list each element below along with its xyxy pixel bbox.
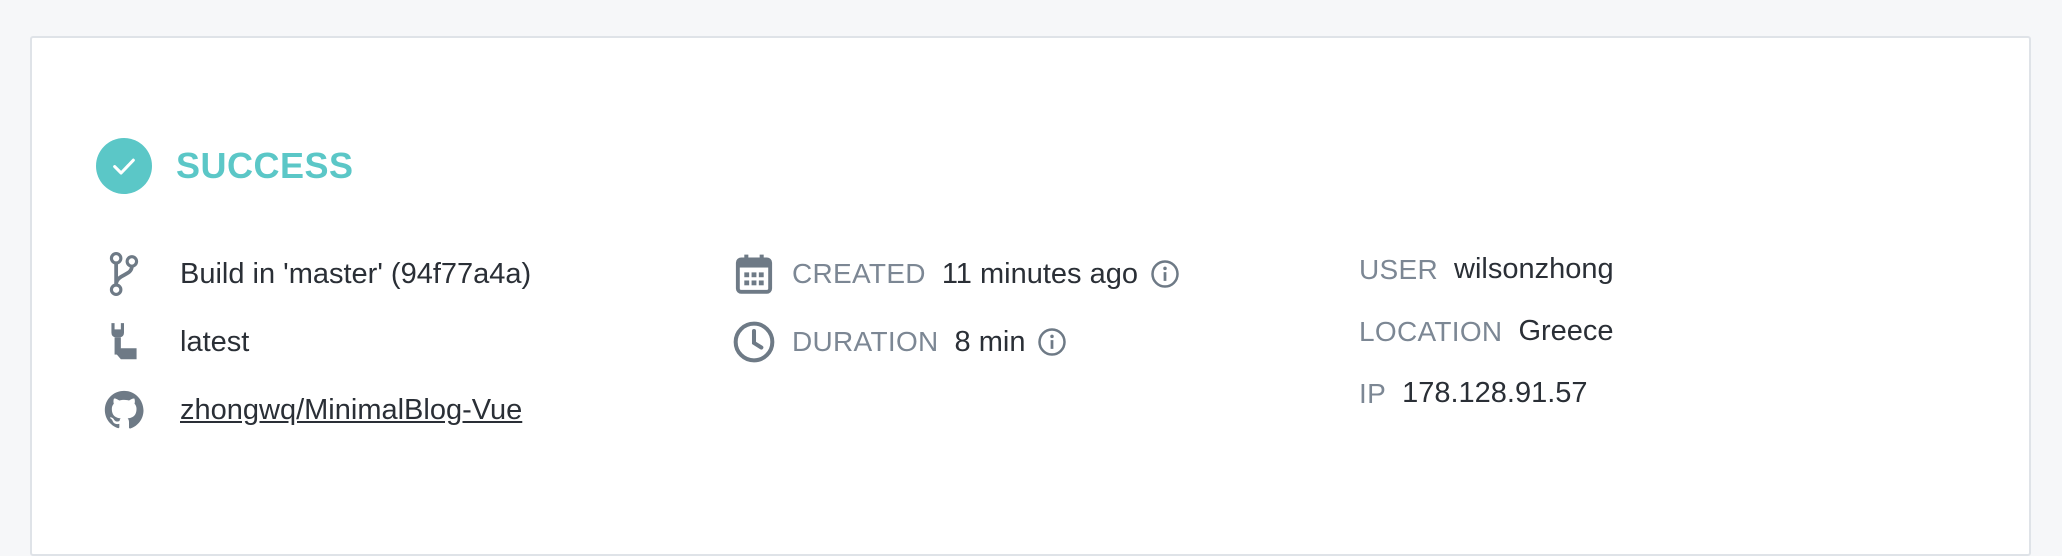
git-branch-icon <box>100 250 148 298</box>
location-row: LOCATION Greece <box>1359 315 1614 348</box>
calendar-icon <box>730 250 778 298</box>
duration-key: DURATION <box>792 326 939 357</box>
wrench-tag-icon <box>100 318 148 366</box>
created-key: CREATED <box>792 258 926 289</box>
duration-row: DURATION 8 min <box>730 318 1067 366</box>
ip-row: IP 178.128.91.57 <box>1359 377 1588 410</box>
info-icon[interactable] <box>1150 259 1180 289</box>
status-label: SUCCESS <box>176 145 354 186</box>
created-value: 11 minutes ago <box>941 257 1138 290</box>
repo-link[interactable]: zhongwq/MinimalBlog-Vue <box>180 394 522 427</box>
build-status: SUCCESS <box>96 138 354 194</box>
location-key: LOCATION <box>1359 315 1503 347</box>
github-icon <box>100 386 148 434</box>
user-key: USER <box>1359 253 1438 285</box>
branch-row: Build in 'master' (94f77a4a) <box>100 250 531 298</box>
user-row: USER wilsonzhong <box>1359 253 1614 286</box>
branch-text: Build in 'master' (94f77a4a) <box>180 257 532 290</box>
tag-text: latest <box>180 325 250 358</box>
created-row: CREATED 11 minutes ago <box>730 250 1180 298</box>
clock-icon <box>730 318 778 366</box>
check-circle-icon <box>96 138 152 194</box>
duration-value: 8 min <box>954 325 1026 358</box>
location-value: Greece <box>1518 315 1614 347</box>
repo-row: zhongwq/MinimalBlog-Vue <box>100 386 522 434</box>
tag-row: latest <box>100 318 249 366</box>
ip-key: IP <box>1359 377 1387 409</box>
ip-value: 178.128.91.57 <box>1402 377 1588 409</box>
user-value: wilsonzhong <box>1454 253 1614 285</box>
info-icon[interactable] <box>1037 327 1067 357</box>
